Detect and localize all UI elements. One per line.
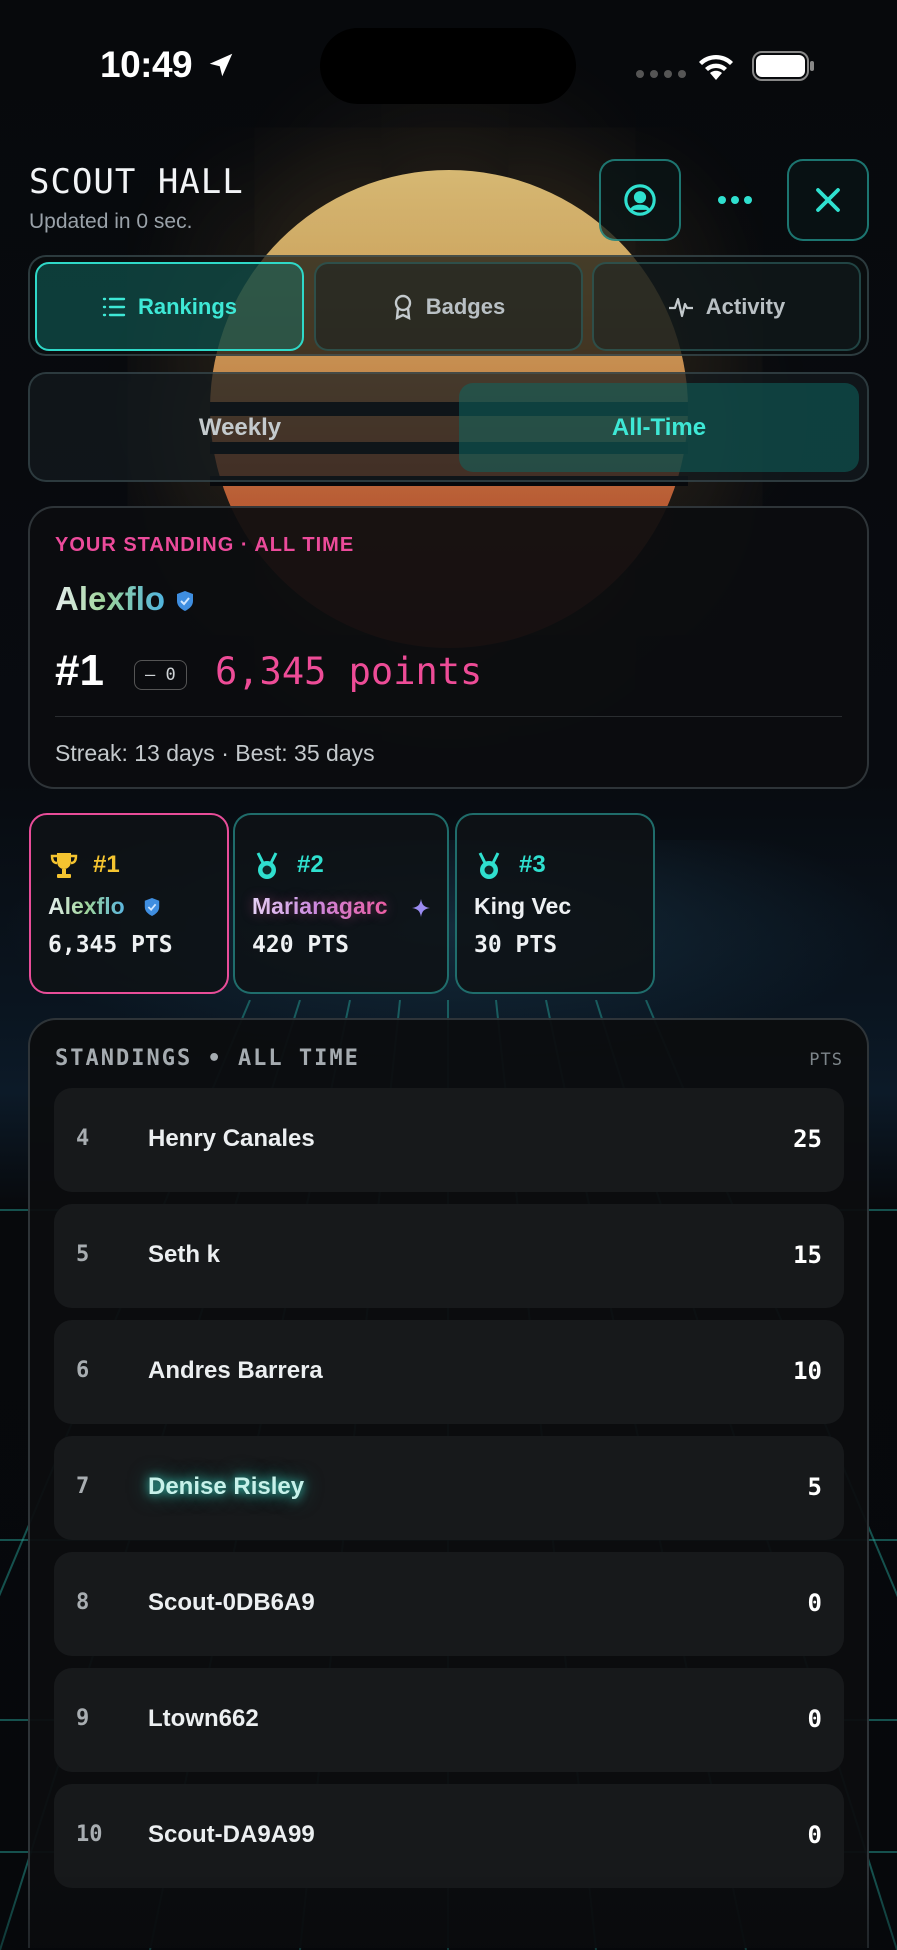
updated-subtitle: Updated in 0 sec. xyxy=(29,210,193,233)
podium-rank: #2 xyxy=(297,851,324,878)
tab-badges[interactable]: Badges xyxy=(314,262,583,351)
podium-points: 420 PTS xyxy=(252,932,349,958)
row-score: 25 xyxy=(793,1125,822,1153)
medal-icon xyxy=(256,852,278,879)
row-score: 0 xyxy=(807,1589,822,1617)
table-row[interactable]: 7 Denise Risley 5 xyxy=(54,1436,844,1540)
standing-points: 6,345 points xyxy=(215,650,483,693)
cellular-signal-icon xyxy=(636,70,686,78)
row-rank: 6 xyxy=(76,1358,90,1383)
profile-button[interactable] xyxy=(599,159,681,241)
row-score: 0 xyxy=(807,1705,822,1733)
table-row[interactable]: 9 Ltown662 0 xyxy=(54,1668,844,1772)
row-rank: 9 xyxy=(76,1706,90,1731)
main-tabs: Rankings Badges Activity xyxy=(28,255,869,356)
period-all-time[interactable]: All-Time xyxy=(459,383,859,472)
list-icon xyxy=(102,297,126,316)
row-score: 5 xyxy=(807,1473,822,1501)
podium-card-second[interactable]: #2 Marianagarc 420 PTS xyxy=(233,813,449,994)
table-row[interactable]: 8 Scout-0DB6A9 0 xyxy=(54,1552,844,1656)
divider xyxy=(55,716,842,717)
table-row[interactable]: 4 Henry Canales 25 xyxy=(54,1088,844,1192)
podium-name: Marianagarc xyxy=(252,893,388,919)
verified-shield-icon xyxy=(177,591,193,611)
row-name: Ltown662 xyxy=(148,1705,259,1732)
podium-name: King Vec xyxy=(474,893,572,919)
battery-icon xyxy=(752,51,814,81)
status-bar: 10:49 xyxy=(0,0,897,130)
pulse-icon xyxy=(668,297,693,317)
close-icon xyxy=(816,188,840,212)
row-score: 0 xyxy=(807,1821,822,1849)
status-time: 10:49 xyxy=(100,44,193,85)
row-rank: 5 xyxy=(76,1242,90,1267)
standing-label: YOUR STANDING · ALL TIME xyxy=(55,534,355,556)
medal-icon xyxy=(478,852,500,879)
pts-column-label: PTS xyxy=(809,1050,843,1070)
podium-points: 6,345 PTS xyxy=(48,932,173,958)
podium-name: Alexflo xyxy=(48,893,125,919)
tab-rankings[interactable]: Rankings xyxy=(35,262,304,351)
tab-activity-label: Activity xyxy=(705,293,786,319)
table-row[interactable]: 5 Seth k 15 xyxy=(54,1204,844,1308)
standing-user-name: Alexflo xyxy=(55,580,166,617)
standings-list[interactable]: STANDINGS • ALL TIME PTS 4 Henry Canales… xyxy=(28,1018,869,1948)
tab-activity[interactable]: Activity xyxy=(592,262,861,351)
tab-rankings-label: Rankings xyxy=(137,293,238,319)
podium-points: 30 PTS xyxy=(474,932,558,958)
ribbon-icon xyxy=(394,294,411,320)
more-options-button[interactable] xyxy=(694,177,776,223)
dynamic-island xyxy=(320,28,576,104)
row-name: Seth k xyxy=(148,1241,221,1268)
tab-badges-label: Badges xyxy=(425,293,506,319)
wifi-icon xyxy=(699,54,733,80)
row-score: 15 xyxy=(793,1241,822,1269)
standing-rank: #1 xyxy=(55,646,104,695)
podium-card-third[interactable]: #3 King Vec 30 PTS xyxy=(455,813,655,994)
user-circle-icon xyxy=(624,184,656,216)
podium-rank: #3 xyxy=(519,851,546,878)
more-dots-icon xyxy=(718,196,752,204)
your-standing-card: YOUR STANDING · ALL TIME Alexflo #1 — 0 … xyxy=(28,506,869,789)
sparkle-icon xyxy=(412,899,430,917)
row-rank: 10 xyxy=(76,1822,103,1847)
row-name: Andres Barrera xyxy=(148,1357,323,1384)
row-rank: 8 xyxy=(76,1590,90,1615)
table-row[interactable]: 6 Andres Barrera 10 xyxy=(54,1320,844,1424)
streak-text: Streak: 13 days · Best: 35 days xyxy=(55,740,375,766)
period-weekly[interactable]: Weekly xyxy=(40,383,440,472)
row-rank: 4 xyxy=(76,1126,90,1151)
rank-change-badge: — 0 xyxy=(134,660,187,690)
row-name: Henry Canales xyxy=(148,1125,315,1152)
table-row[interactable]: 10 Scout-DA9A99 0 xyxy=(54,1784,844,1888)
verified-shield-icon xyxy=(144,898,160,916)
row-score: 10 xyxy=(793,1357,822,1385)
trophy-icon xyxy=(50,853,78,878)
page-title: SCOUT HALL xyxy=(29,162,244,202)
location-arrow-icon xyxy=(209,53,233,77)
standings-heading: STANDINGS • ALL TIME xyxy=(55,1046,360,1071)
podium-card-first[interactable]: #1 Alexflo 6,345 PTS xyxy=(29,813,229,994)
row-name: Denise Risley xyxy=(148,1473,305,1500)
podium-rank: #1 xyxy=(93,851,120,878)
row-name: Scout-0DB6A9 xyxy=(148,1589,315,1616)
period-segmented-control: Weekly All-Time xyxy=(28,372,869,482)
close-button[interactable] xyxy=(787,159,869,241)
row-name: Scout-DA9A99 xyxy=(148,1821,315,1848)
row-rank: 7 xyxy=(76,1474,90,1499)
